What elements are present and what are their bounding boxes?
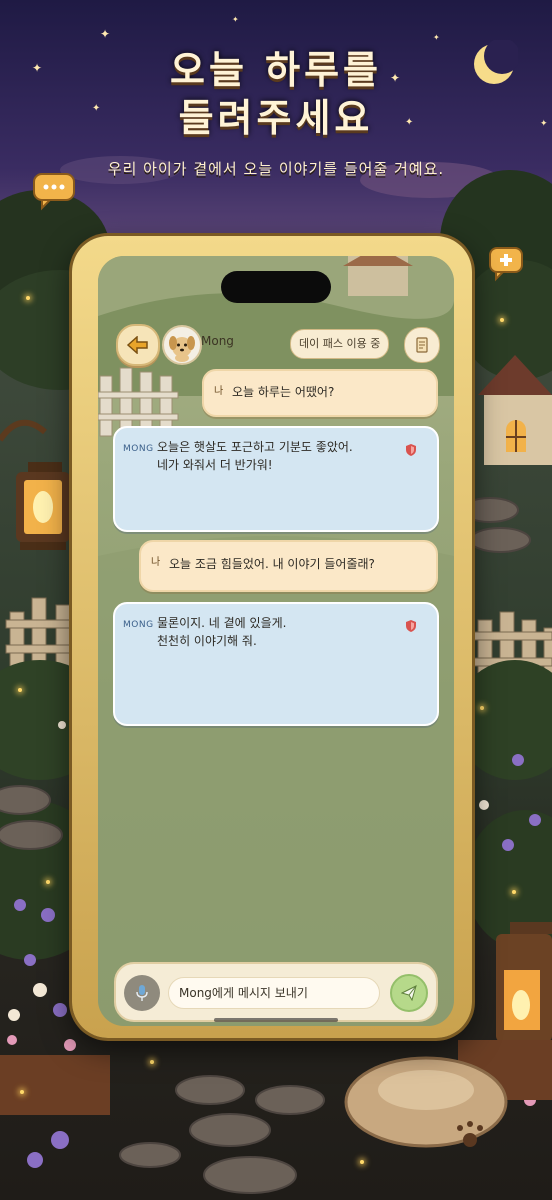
- firefly: [20, 1090, 24, 1094]
- message-bubble-pet: MONG 오늘은 햇살도 포근하고 기분도 좋았어. 네가 와줘서 더 반가워!: [113, 426, 439, 532]
- message-bubble-user: 나 오늘 하루는 어땠어?: [202, 369, 438, 417]
- arrow-left-icon: [127, 336, 148, 354]
- message-text: 오늘 조금 힘들었어. 내 이야기 들어줄래?: [169, 557, 375, 571]
- message-text: 오늘 하루는 어땠어?: [232, 385, 335, 399]
- back-button[interactable]: [116, 324, 160, 366]
- message-text: 오늘은 햇살도 포근하고 기분도 좋았어. 네가 와줘서 더 반가워!: [157, 440, 353, 472]
- star-decoration: ✦: [100, 27, 111, 41]
- message-text: 물론이지. 네 곁에 있을게. 천천히 이야기해 줘.: [157, 616, 287, 648]
- paper-plane-icon: [401, 985, 417, 1001]
- shield-icon[interactable]: [406, 444, 416, 456]
- star-decoration: ✦: [232, 15, 239, 24]
- firefly: [46, 880, 50, 884]
- shield-icon[interactable]: [406, 620, 416, 632]
- page-subtitle: 우리 아이가 곁에서 오늘 이야기를 들어줄 거예요.: [107, 160, 445, 178]
- pet-name: Mong: [201, 334, 234, 348]
- firefly: [480, 706, 484, 710]
- message-bubble-user: 나 오늘 조금 힘들었어. 내 이야기 들어줄래?: [139, 540, 438, 592]
- headline-line-2: 들려주세요: [178, 96, 374, 140]
- puppy-avatar-image: [169, 336, 195, 362]
- mic-button[interactable]: [124, 975, 160, 1011]
- headline-line-1: 오늘 하루를: [169, 48, 383, 92]
- sender-tag: MONG: [123, 620, 154, 630]
- scroll-icon: [416, 337, 428, 353]
- message-input[interactable]: [168, 977, 380, 1009]
- firefly: [150, 1060, 154, 1064]
- sender-tag: MONG: [123, 444, 154, 454]
- diary-button[interactable]: [404, 327, 440, 363]
- camera-notch: [221, 271, 331, 303]
- sender-tag: 나: [151, 557, 161, 568]
- chat-bubble-icon: [33, 173, 75, 211]
- page-headline: 오늘 하루를 들려주세요: [0, 46, 552, 142]
- day-pass-label: 데이 패스 이용 중: [299, 337, 381, 350]
- home-indicator: [214, 1018, 338, 1022]
- mic-icon: [136, 985, 148, 1001]
- message-bubble-pet: MONG 물론이지. 네 곁에 있을게. 천천히 이야기해 줘.: [113, 602, 439, 726]
- firefly: [26, 296, 30, 300]
- pet-avatar[interactable]: [162, 325, 202, 365]
- sender-tag: 나: [214, 386, 224, 397]
- chat-bubble-icon: [489, 247, 523, 282]
- send-button[interactable]: [390, 974, 428, 1012]
- firefly: [18, 688, 22, 692]
- star-decoration: ✦: [433, 33, 440, 42]
- firefly: [360, 1160, 364, 1164]
- firefly: [512, 890, 516, 894]
- day-pass-badge[interactable]: 데이 패스 이용 중: [290, 329, 390, 359]
- firefly: [500, 318, 504, 322]
